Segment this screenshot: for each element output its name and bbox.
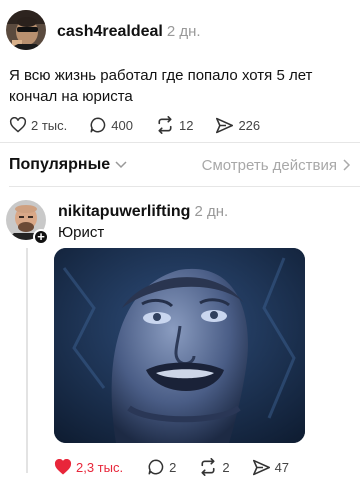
post-author-username[interactable]: cash4realdeal — [57, 23, 163, 41]
reply-timestamp: 2 дн. — [194, 203, 229, 220]
reply-comment-count: 2 — [169, 459, 177, 475]
heart-filled-icon — [54, 459, 72, 475]
repost-button[interactable]: 12 — [155, 116, 193, 134]
share-button[interactable]: 226 — [215, 117, 260, 134]
post-body-text: Я всю жизнь работал где попало хотя 5 ле… — [9, 67, 313, 105]
reply-repost-count: 2 — [222, 459, 230, 475]
replies-sort-bar: Популярные Смотреть действия — [9, 156, 351, 174]
reply-comment-button[interactable]: 2 — [147, 458, 176, 476]
view-activity-link[interactable]: Смотреть действия — [202, 157, 351, 174]
sort-bar-divider — [9, 186, 360, 187]
reply-like-count: 2,3 тыс. — [76, 459, 124, 475]
reply-like-button[interactable]: 2,3 тыс. — [54, 459, 123, 475]
share-count: 226 — [238, 117, 261, 133]
reply-share-count: 47 — [274, 459, 290, 475]
repost-arrows-icon — [201, 458, 215, 476]
like-button[interactable]: 2 тыс. — [9, 117, 67, 133]
send-arrow-icon — [216, 117, 234, 133]
chevron-right-icon — [343, 159, 351, 171]
reply-action-bar: 2,3 тыс. 2 2 47 — [54, 458, 311, 476]
thread-connector-line — [26, 248, 28, 473]
chevron-down-icon — [115, 161, 127, 169]
reply-share-button[interactable]: 47 — [252, 459, 289, 476]
view-activity-label: Смотреть действия — [201, 156, 337, 174]
speech-bubble-icon — [148, 459, 164, 475]
reply-author-username[interactable]: nikitapuwerlifting — [58, 203, 190, 221]
sort-dropdown[interactable]: Популярные — [9, 156, 128, 174]
speech-bubble-icon — [90, 117, 106, 133]
post-divider — [0, 142, 360, 143]
comment-button[interactable]: 400 — [89, 116, 133, 134]
reply-repost-button[interactable]: 2 — [198, 458, 230, 476]
repost-arrows-icon — [158, 116, 172, 134]
repost-count: 12 — [178, 117, 194, 133]
heart-icon — [9, 117, 27, 133]
reply-body-text: Юрист — [58, 224, 105, 241]
post-author-avatar[interactable] — [6, 10, 46, 50]
like-count: 2 тыс. — [31, 117, 68, 133]
sort-label: Популярные — [9, 156, 111, 173]
follow-plus-icon[interactable]: + — [33, 229, 49, 245]
reply-image[interactable] — [54, 248, 305, 443]
send-arrow-icon — [252, 459, 270, 475]
post-timestamp: 2 дн. — [166, 23, 201, 40]
comment-count: 400 — [111, 117, 133, 133]
post-action-bar: 2 тыс. 400 12 226 — [9, 116, 282, 134]
